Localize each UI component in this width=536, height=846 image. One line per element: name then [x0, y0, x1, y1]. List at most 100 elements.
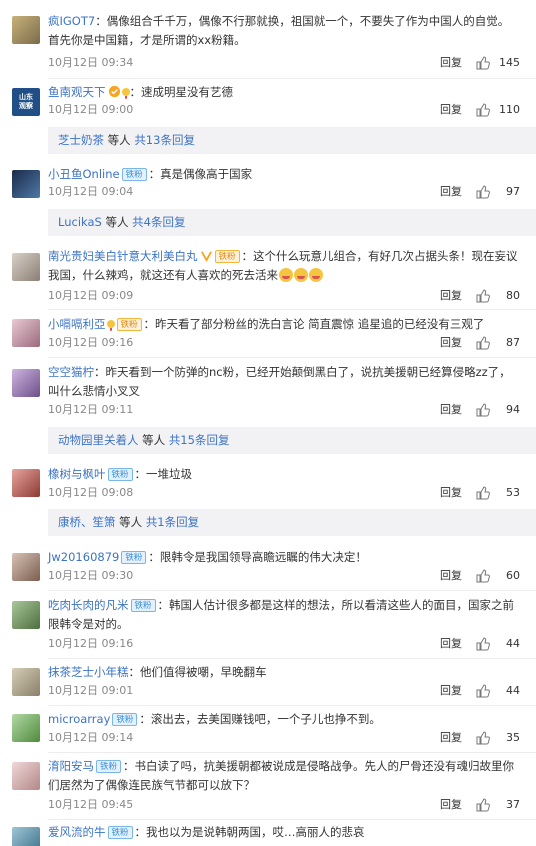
comment-text: 南光贵妇美白针意大利美白丸 铁粉 ：这个什么玩意儿组合，有好几次占据头条！现在妄议我…: [48, 247, 520, 285]
reply-button[interactable]: 回复: [440, 485, 462, 501]
like-button[interactable]: 53: [476, 485, 520, 501]
like-count: 110: [499, 103, 520, 116]
reply-button[interactable]: 回复: [440, 402, 462, 418]
thumbs-up-icon: [476, 798, 490, 812]
thumbs-up-icon: [476, 486, 490, 500]
divider: [48, 658, 536, 659]
username[interactable]: 鱼南观天下: [48, 85, 106, 99]
avatar[interactable]: [12, 827, 40, 846]
comment-meta: 10月12日 09:11 回复 94: [48, 402, 520, 418]
timestamp: 10月12日 09:00: [48, 103, 134, 116]
like-count: 44: [506, 637, 520, 650]
like-count: 37: [506, 798, 520, 811]
like-button[interactable]: 145: [476, 55, 520, 71]
comment-text: 橡树与枫叶 铁粉 ：一堆垃圾: [48, 465, 520, 484]
sub-reply-names[interactable]: 动物园里关着人: [58, 433, 139, 447]
reply-button[interactable]: 回复: [440, 184, 462, 200]
medal-icon: [106, 320, 115, 331]
username[interactable]: 小嗝嗝利亞: [48, 317, 106, 331]
like-count: 35: [506, 731, 520, 744]
comment-meta: 10月12日 09:30 回复 60: [48, 568, 520, 584]
username[interactable]: Jw20160879: [48, 550, 119, 564]
like-button[interactable]: 44: [476, 683, 520, 699]
like-button[interactable]: 80: [476, 288, 520, 304]
like-button[interactable]: 44: [476, 636, 520, 652]
username[interactable]: 吃肉长肉的凡米: [48, 598, 129, 612]
like-button[interactable]: 37: [476, 797, 520, 813]
avatar[interactable]: [12, 601, 40, 629]
sub-reply-total[interactable]: 共4条回复: [132, 215, 185, 229]
avatar[interactable]: [12, 170, 40, 198]
username[interactable]: 南光贵妇美白针意大利美白丸: [48, 249, 198, 263]
username[interactable]: microarray: [48, 712, 110, 726]
reply-button[interactable]: 回复: [440, 730, 462, 746]
avatar[interactable]: 山东 观察: [12, 88, 40, 116]
sub-reply-summary[interactable]: LucikaS 等人 共4条回复: [48, 209, 536, 236]
sub-reply-summary[interactable]: 康桥、笙箫 等人 共1条回复: [48, 509, 536, 536]
sub-reply-names[interactable]: LucikaS: [58, 215, 102, 229]
sub-reply-middle: 等人: [115, 515, 146, 529]
emoji-icon: [294, 268, 308, 282]
like-button[interactable]: 97: [476, 184, 520, 200]
timestamp: 10月12日 09:30: [48, 569, 134, 582]
username[interactable]: 爱风流的牛: [48, 825, 106, 839]
reply-button[interactable]: 回复: [440, 568, 462, 584]
avatar[interactable]: [12, 319, 40, 347]
comment-meta: 10月12日 09:01 回复 44: [48, 683, 520, 699]
like-button[interactable]: 87: [476, 335, 520, 351]
username[interactable]: 疯IGOT7: [48, 14, 95, 28]
comment-body: ：速成明星没有艺德: [129, 85, 234, 99]
sub-reply-names[interactable]: 芝士奶茶: [58, 133, 104, 147]
username[interactable]: 橡树与枫叶: [48, 467, 106, 481]
sub-reply-total[interactable]: 共1条回复: [146, 515, 199, 529]
sub-reply-summary[interactable]: 芝士奶茶 等人 共13条回复: [48, 127, 536, 154]
comment-text: 爱风流的牛 铁粉 ：我也以为是说韩朝两国，哎…高丽人的悲哀: [48, 823, 520, 842]
comment-body: ：滚出去，去美国赚钱吧，一个子儿也挣不到。: [139, 712, 381, 726]
avatar[interactable]: [12, 714, 40, 742]
fan-badge: 铁粉: [107, 468, 133, 481]
comment-body: ：我也以为是说韩朝两国，哎…高丽人的悲哀: [134, 825, 365, 839]
comment-meta: 10月12日 09:14 回复 35: [48, 730, 520, 746]
username[interactable]: 小丑鱼Online: [48, 167, 120, 181]
comment-text: 抹茶芝士小年糕：他们值得被嘲，早晚翻车: [48, 663, 520, 682]
reply-button[interactable]: 回复: [440, 683, 462, 699]
sub-reply-total[interactable]: 共15条回复: [169, 433, 230, 447]
sub-reply-summary[interactable]: 动物园里关着人 等人 共15条回复: [48, 427, 536, 454]
reply-button[interactable]: 回复: [440, 102, 462, 118]
vip-v-icon: [200, 251, 212, 262]
avatar[interactable]: [12, 469, 40, 497]
reply-button[interactable]: 回复: [440, 288, 462, 304]
like-button[interactable]: 60: [476, 568, 520, 584]
reply-button[interactable]: 回复: [440, 55, 462, 71]
username[interactable]: 淯阳安马: [48, 759, 94, 773]
avatar[interactable]: [12, 253, 40, 281]
reply-button[interactable]: 回复: [440, 636, 462, 652]
thumbs-up-icon: [476, 731, 490, 745]
medal-icon: [121, 88, 130, 99]
comment-text: Jw20160879 铁粉 ：限韩令是我国领导高瞻远瞩的伟大决定！: [48, 548, 520, 567]
comment-text: 吃肉长肉的凡米 铁粉 ：韩国人估计很多都是这样的想法，所以看清这些人的面目，国家之前…: [48, 596, 520, 634]
avatar[interactable]: [12, 762, 40, 790]
divider: [48, 819, 536, 820]
sub-reply-names[interactable]: 康桥、笙箫: [58, 515, 116, 529]
comment-body: ：他们值得被嘲，早晚翻车: [128, 665, 267, 679]
comment-meta: 10月12日 09:04 回复 97: [48, 184, 520, 200]
comment-body: ：昨天看到一个防弹的nc粉，已经开始颠倒黑白了，说抗美援朝已经算侵略zz了，叫什…: [48, 365, 511, 398]
avatar[interactable]: [12, 668, 40, 696]
comment-body: ：真是偶像高于国家: [148, 167, 253, 181]
avatar[interactable]: [12, 553, 40, 581]
thumbs-up-icon: [476, 569, 490, 583]
reply-button[interactable]: 回复: [440, 335, 462, 351]
like-button[interactable]: 94: [476, 402, 520, 418]
divider: [48, 752, 536, 753]
like-count: 94: [506, 403, 520, 416]
sub-reply-total[interactable]: 共13条回复: [134, 133, 195, 147]
timestamp: 10月12日 09:04: [48, 185, 134, 198]
like-button[interactable]: 35: [476, 730, 520, 746]
username[interactable]: 抹茶芝士小年糕: [48, 665, 129, 679]
avatar[interactable]: [12, 16, 40, 44]
reply-button[interactable]: 回复: [440, 797, 462, 813]
like-button[interactable]: 110: [476, 102, 520, 118]
username[interactable]: 空空猫柠: [48, 365, 94, 379]
avatar[interactable]: [12, 369, 40, 397]
